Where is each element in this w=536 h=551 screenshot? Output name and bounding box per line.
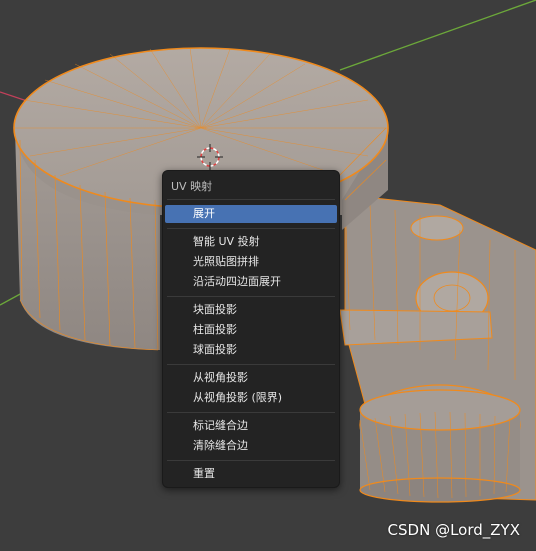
menu-item-smart-uv-project[interactable]: 智能 UV 投射	[165, 233, 337, 251]
menu-item-cylinder-projection[interactable]: 柱面投影	[165, 321, 337, 339]
menu-divider	[167, 460, 335, 461]
y-axis-line	[339, 0, 536, 71]
menu-title-divider	[167, 199, 335, 200]
menu-divider	[167, 228, 335, 229]
menu-divider	[167, 412, 335, 413]
menu-item-mark-seam[interactable]: 标记缝合边	[165, 417, 337, 435]
menu-item-follow-active-quads[interactable]: 沿活动四边面展开	[165, 273, 337, 291]
menu-item-sphere-projection[interactable]: 球面投影	[165, 341, 337, 359]
watermark-text: CSDN @Lord_ZYX	[387, 521, 520, 539]
menu-divider	[167, 364, 335, 365]
uv-mapping-menu: UV 映射 展开 智能 UV 投射 光照贴图拼排 沿活动四边面展开 块面投影 柱…	[162, 170, 340, 488]
menu-divider	[167, 296, 335, 297]
menu-item-project-from-view-bounds[interactable]: 从视角投影 (限界)	[165, 389, 337, 407]
menu-item-reset[interactable]: 重置	[165, 465, 337, 483]
menu-item-lightmap-pack[interactable]: 光照贴图拼排	[165, 253, 337, 271]
gear-mesh	[339, 194, 536, 503]
menu-item-project-from-view[interactable]: 从视角投影	[165, 369, 337, 387]
menu-item-clear-seam[interactable]: 清除缝合边	[165, 437, 337, 455]
menu-item-unwrap[interactable]: 展开	[165, 205, 337, 223]
menu-item-cube-projection[interactable]: 块面投影	[165, 301, 337, 319]
menu-title: UV 映射	[171, 180, 213, 193]
